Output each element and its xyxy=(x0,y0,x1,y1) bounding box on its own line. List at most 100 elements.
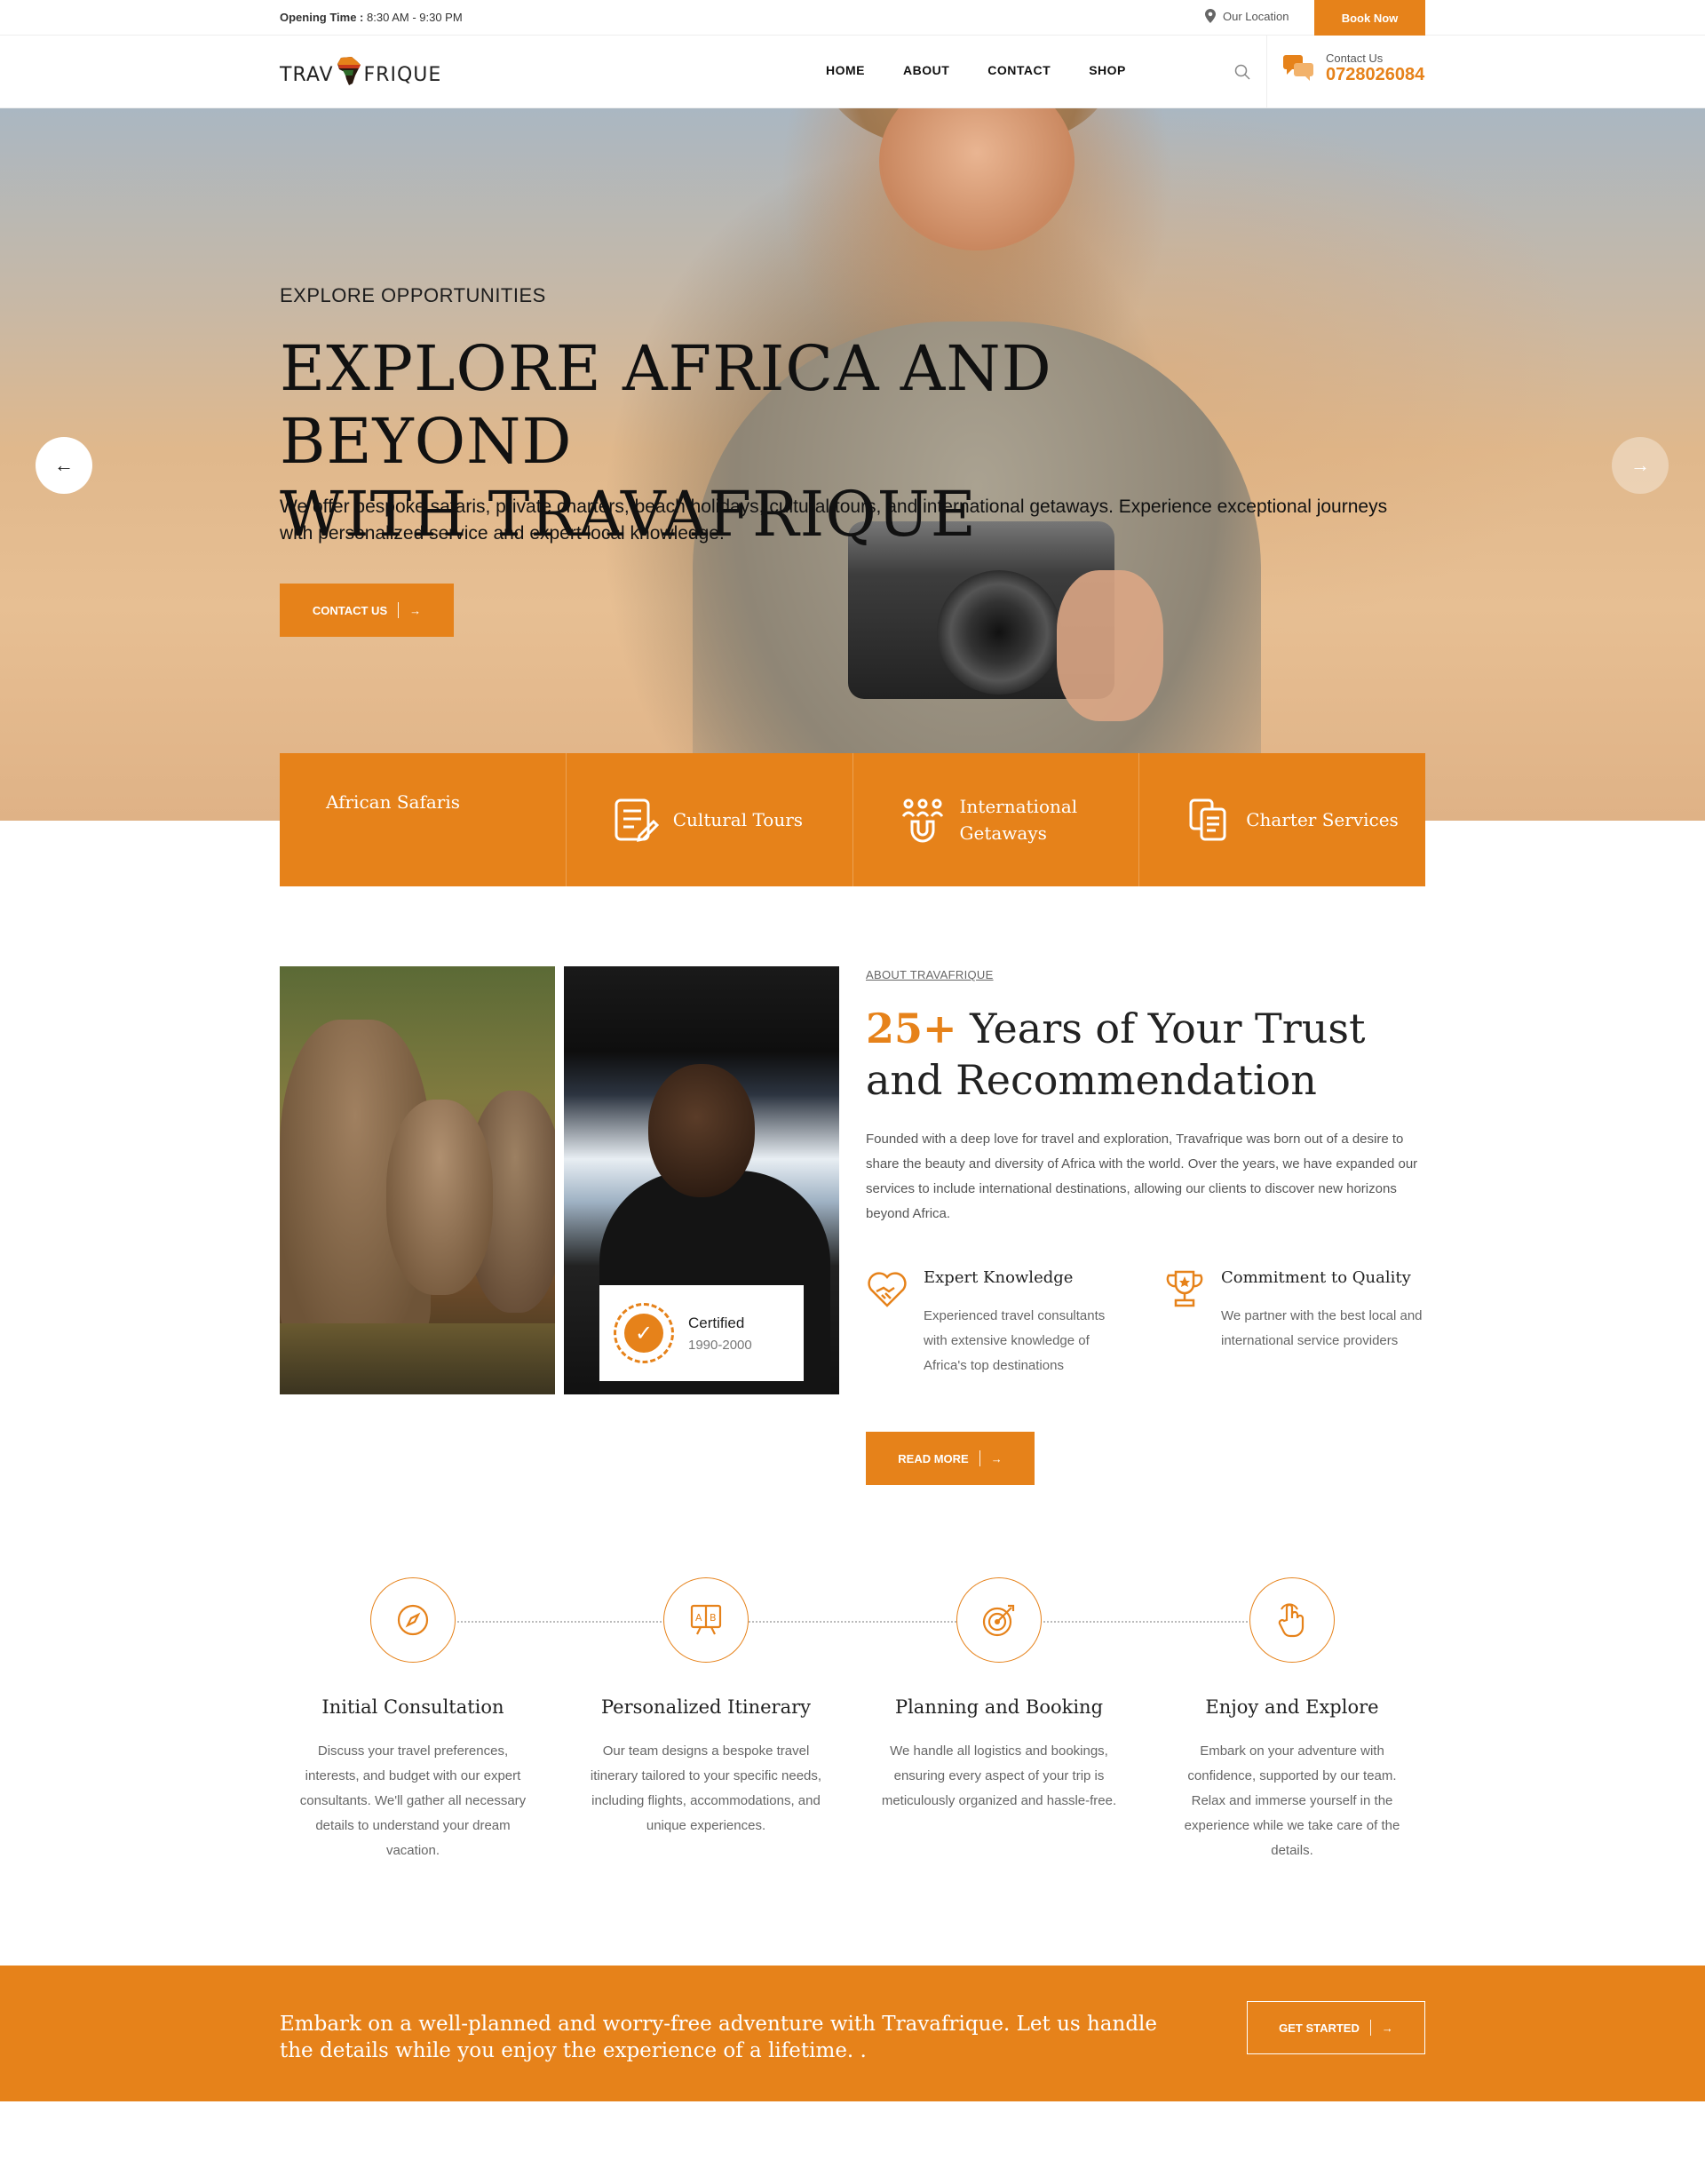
search-icon[interactable] xyxy=(1234,64,1250,80)
certified-card: ✓ Certified 1990-2000 xyxy=(599,1285,804,1381)
nav-item-shop[interactable]: SHOP xyxy=(1089,63,1126,77)
chat-bubbles-icon xyxy=(1283,55,1313,81)
people-magnet-icon xyxy=(901,798,943,843)
arrow-left-icon: ← xyxy=(54,454,74,476)
contact-phone[interactable]: 0728026084 xyxy=(1326,65,1424,85)
nav-item-contact[interactable]: CONTACT xyxy=(987,63,1051,77)
certified-years: 1990-2000 xyxy=(688,1337,752,1353)
contact-text: Contact Us 0728026084 xyxy=(1326,52,1424,85)
step-title: Initial Consultation xyxy=(321,1696,504,1718)
svg-text:B: B xyxy=(710,1612,717,1624)
hero-overline: EXPLORE OPPORTUNITIES xyxy=(280,284,546,306)
service-charter-services[interactable]: Charter Services xyxy=(1139,753,1425,886)
slider-next-button[interactable]: → xyxy=(1612,437,1669,494)
arrow-right-icon: → xyxy=(409,603,422,617)
hero-section: EXPLORE OPPORTUNITIES EXPLORE AFRICA AND… xyxy=(0,108,1705,821)
about-section: ABOUT TRAVAFRIQUE 25+ Years of Your Trus… xyxy=(866,968,1425,1227)
step-icon-circle xyxy=(956,1577,1042,1663)
map-pin-icon xyxy=(1205,9,1216,23)
nav-divider xyxy=(1266,36,1267,108)
pilot-head xyxy=(648,1064,755,1197)
service-label: International Getaways xyxy=(959,796,1078,844)
book-now-button[interactable]: Book Now xyxy=(1314,0,1425,36)
step-desc: Our team designs a bespoke travel itiner… xyxy=(590,1743,822,1833)
feature-title: Expert Knowledge xyxy=(924,1268,1074,1287)
nav-menu: HOME ABOUT CONTACT SHOP xyxy=(826,63,1164,77)
step-title: Planning and Booking xyxy=(894,1696,1104,1718)
hand-pointer-icon xyxy=(1278,1603,1305,1638)
slider-prev-button[interactable]: ← xyxy=(36,437,92,494)
service-cultural-tours[interactable]: Cultural Tours xyxy=(567,753,853,886)
service-label: Charter Services xyxy=(1246,809,1399,830)
hero-photo-face xyxy=(879,108,1075,250)
step-personalized-itinerary: A B Personalized Itinerary Our team desi… xyxy=(573,1577,839,1839)
cta-banner: Embark on a well-planned and worry-free … xyxy=(0,1966,1705,2101)
read-more-button[interactable]: READ MORE → xyxy=(866,1432,1035,1485)
button-divider xyxy=(398,602,400,618)
logo-text-right: FRIQUE xyxy=(363,63,442,86)
certified-title: Certified xyxy=(688,1314,745,1331)
step-icon-circle: A B xyxy=(663,1577,749,1663)
feature-desc: Experienced travel consultants with exte… xyxy=(924,1308,1106,1373)
opening-time: Opening Time : 8:30 AM - 9:30 PM xyxy=(280,11,463,24)
about-title: 25+ Years of Your Trust and Recommendati… xyxy=(866,1003,1425,1106)
target-icon xyxy=(982,1604,1015,1637)
water xyxy=(280,1323,555,1394)
read-more-label: READ MORE xyxy=(898,1451,969,1465)
opening-time-hours: 8:30 AM - 9:30 PM xyxy=(367,11,463,24)
main-nav: TRAV FRIQUE HOME ABOUT CONTACT SHOP Cont… xyxy=(0,36,1705,108)
arrow-right-icon: → xyxy=(1630,454,1650,476)
hero-photo-hand xyxy=(1057,570,1163,721)
certified-text: Certified 1990-2000 xyxy=(688,1314,752,1353)
check-icon: ✓ xyxy=(624,1314,663,1353)
logo[interactable]: TRAV FRIQUE xyxy=(280,57,441,92)
list-edit-icon xyxy=(615,798,659,842)
location-label: Our Location xyxy=(1223,9,1289,23)
handshake-heart-icon xyxy=(868,1272,907,1307)
service-label: Cultural Tours xyxy=(672,809,804,830)
service-african-safaris[interactable]: African Safaris xyxy=(280,753,567,886)
step-desc: Embark on your adventure with confidence… xyxy=(1184,1743,1400,1858)
logo-text-left: TRAV xyxy=(280,63,334,86)
button-divider xyxy=(979,1450,980,1466)
elephants-photo xyxy=(280,966,555,1394)
nav-item-about[interactable]: ABOUT xyxy=(903,63,949,77)
nav-item-home[interactable]: HOME xyxy=(826,63,865,77)
step-icon-circle xyxy=(1249,1577,1335,1663)
opening-time-label: Opening Time : xyxy=(280,11,364,24)
feature-title: Commitment to Quality xyxy=(1221,1268,1411,1287)
contact-us-button[interactable]: CONTACT US → xyxy=(280,584,454,637)
africa-map-logo-icon xyxy=(337,57,361,85)
banner-text: Embark on a well-planned and worry-free … xyxy=(280,2013,1158,2062)
feature-desc: We partner with the best local and inter… xyxy=(1221,1308,1423,1348)
contact-phone-block[interactable]: Contact Us 0728026084 xyxy=(1283,52,1424,85)
step-title: Personalized Itinerary xyxy=(600,1696,812,1718)
certified-badge-icon: ✓ xyxy=(614,1303,674,1363)
contact-us-label: CONTACT US xyxy=(312,603,388,617)
step-title: Enjoy and Explore xyxy=(1205,1696,1379,1718)
contact-label: Contact Us xyxy=(1326,52,1384,65)
top-bar: Opening Time : 8:30 AM - 9:30 PM Our Loc… xyxy=(0,0,1705,36)
services-strip: African Safaris Cultural Tours Internati… xyxy=(280,753,1425,886)
compass-icon xyxy=(397,1604,429,1636)
get-started-button[interactable]: GET STARTED → xyxy=(1247,2001,1425,2054)
about-title-number: 25+ xyxy=(866,1005,957,1052)
arrow-right-icon: → xyxy=(990,1451,1003,1465)
get-started-label: GET STARTED xyxy=(1279,2021,1360,2035)
step-enjoy-explore: Enjoy and Explore Embark on your adventu… xyxy=(1159,1577,1425,1863)
button-divider xyxy=(1369,2020,1371,2036)
hero-title-line1: EXPLORE AFRICA AND BEYOND xyxy=(280,332,1052,478)
ab-board-icon: A B xyxy=(690,1604,722,1635)
service-label: African Safaris xyxy=(326,791,460,813)
step-desc: We handle all logistics and bookings, en… xyxy=(881,1743,1117,1808)
hero-description: We offer bespoke safaris, private charte… xyxy=(280,496,1388,544)
about-body: Founded with a deep love for travel and … xyxy=(866,1132,1418,1221)
step-initial-consultation: Initial Consultation Discuss your travel… xyxy=(280,1577,546,1863)
trophy-icon xyxy=(1166,1270,1203,1307)
arrow-right-icon: → xyxy=(1381,2021,1393,2035)
documents-icon xyxy=(1189,798,1226,841)
location-link[interactable]: Our Location xyxy=(1205,9,1289,23)
about-kicker[interactable]: ABOUT TRAVAFRIQUE xyxy=(866,968,1425,981)
elephant-calf xyxy=(386,1100,493,1295)
service-international-getaways[interactable]: International Getaways xyxy=(853,753,1140,886)
